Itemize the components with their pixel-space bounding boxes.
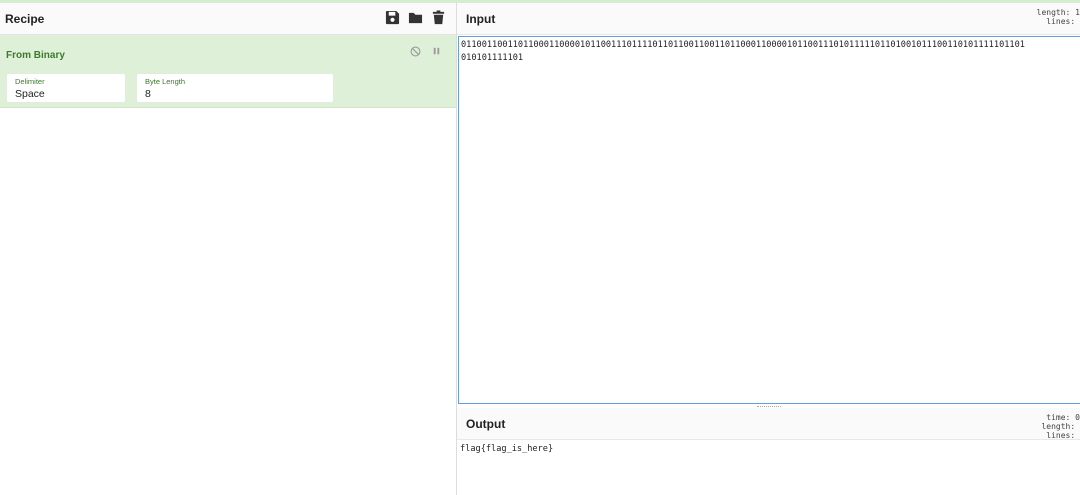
recipe-title: Recipe (5, 11, 45, 26)
byte-length-value: 8 (145, 88, 151, 100)
input-header: Input length: 1 lines: (457, 3, 1080, 35)
output-pane: Output time: 0 length: lines: flag{flag_… (457, 408, 1080, 495)
output-stats: time: 0 length: lines: (1041, 413, 1080, 440)
pause-icon[interactable] (431, 44, 442, 55)
operation-name: From Binary (6, 50, 65, 61)
operation-args: Delimiter Space Byte Length 8 (6, 73, 450, 103)
operation-controls (410, 44, 442, 57)
input-stats: length: 1 lines: (1036, 8, 1080, 26)
input-textarea[interactable]: 0110011001101100011000010110011101111011… (458, 36, 1080, 404)
recipe-header: Recipe (0, 3, 456, 35)
byte-length-label: Byte Length (145, 77, 186, 86)
save-icon[interactable] (385, 10, 400, 25)
input-pane: Input length: 1 lines: 01100110011011000… (457, 3, 1080, 406)
output-text[interactable]: flag{flag_is_here} (457, 440, 1080, 459)
disable-icon[interactable] (410, 44, 421, 57)
output-title: Output (466, 416, 506, 431)
app-window: Recipe From Binary Delimiter Space Byte … (0, 0, 1080, 495)
recipe-pane: Recipe From Binary Delimiter Space Byte … (0, 3, 457, 495)
delimiter-value: Space (15, 88, 45, 100)
recipe-controls (385, 10, 446, 25)
input-title: Input (466, 11, 496, 26)
folder-icon[interactable] (408, 10, 423, 25)
byte-length-field[interactable]: Byte Length 8 (136, 73, 334, 103)
trash-icon[interactable] (431, 10, 446, 25)
delimiter-select[interactable]: Delimiter Space (6, 73, 126, 103)
operation-from-binary[interactable]: From Binary Delimiter Space Byte Length … (0, 35, 456, 108)
delimiter-label: Delimiter (15, 77, 45, 86)
output-header: Output time: 0 length: lines: (457, 408, 1080, 440)
